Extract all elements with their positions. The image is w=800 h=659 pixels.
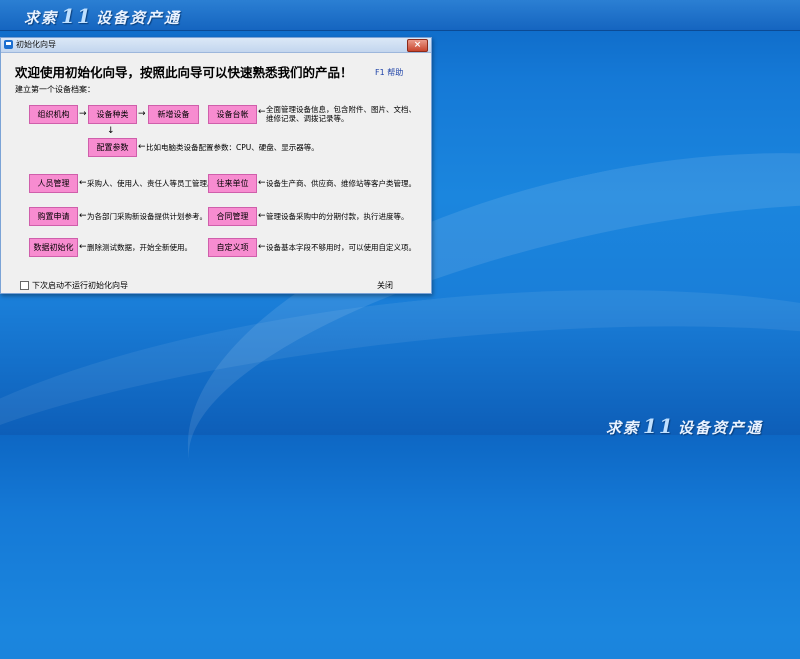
desc-device-ledger-line2: 维修记录、调拨记录等。: [266, 114, 349, 123]
desktop-top-banner: 求索 11 设备资产通: [0, 0, 800, 31]
node-contract-management[interactable]: 合同管理: [208, 207, 257, 226]
arrow-down: ↓: [107, 126, 115, 136]
brand-text-c: 设备资产通: [677, 419, 763, 437]
node-device-ledger[interactable]: 设备台帐: [208, 105, 257, 124]
desc-contract-management: 管理设备采购中的分期付款，执行进度等。: [266, 212, 409, 221]
dialog-title: 初始化向导: [16, 40, 56, 49]
arrow-left: ←: [258, 211, 266, 221]
desc-purchase-request: 为各部门采购新设备提供计划参考。: [87, 212, 207, 221]
node-add-device[interactable]: 新增设备: [148, 105, 199, 124]
node-config-params[interactable]: 配置参数: [88, 138, 137, 157]
arrow-left: ←: [79, 242, 87, 252]
section-subtitle: 建立第一个设备档案：: [15, 85, 95, 94]
welcome-heading: 欢迎使用初始化向导，按照此向导可以快速熟悉我们的产品！: [15, 65, 353, 80]
node-device-category[interactable]: 设备种类: [88, 105, 137, 124]
brand-logo-bottom: 求索 11 设备资产通: [606, 414, 763, 438]
node-custom-fields[interactable]: 自定义项: [208, 238, 257, 257]
node-org-structure[interactable]: 组织机构: [29, 105, 78, 124]
dialog-titlebar[interactable]: 初始化向导 ×: [1, 38, 431, 53]
arrow-left: ←: [258, 242, 266, 252]
skip-wizard-checkbox[interactable]: [20, 281, 29, 290]
desc-contacts: 设备生产商、供应商、维修站等客户类管理。: [266, 179, 416, 188]
arrow-right: →: [79, 109, 87, 119]
close-button[interactable]: 关闭: [377, 280, 393, 291]
dialog-content: 欢迎使用初始化向导，按照此向导可以快速熟悉我们的产品！ F1 帮助 建立第一个设…: [1, 53, 431, 293]
brand-text-b: 11: [61, 4, 93, 28]
desc-device-ledger-line1: 全面管理设备信息，包含附件、图片、文档、: [266, 105, 416, 114]
arrow-left: ←: [258, 107, 266, 117]
arrow-left: ←: [79, 211, 87, 221]
node-personnel[interactable]: 人员管理: [29, 174, 78, 193]
node-purchase-request[interactable]: 购置申请: [29, 207, 78, 226]
brand-text-b: 11: [643, 414, 675, 438]
desc-personnel: 采购人、使用人、责任人等员工管理。: [87, 179, 215, 188]
desc-config-params: 比如电脑类设备配置参数：CPU、硬盘、显示器等。: [146, 143, 319, 152]
arrow-left: ←: [79, 178, 87, 188]
node-contacts[interactable]: 往来单位: [208, 174, 257, 193]
close-window-button[interactable]: ×: [407, 39, 428, 52]
skip-wizard-label[interactable]: 下次启动不运行初始化向导: [32, 280, 128, 291]
app-window-icon: [4, 40, 13, 49]
brand-logo-top: 求索 11 设备资产通: [24, 4, 181, 28]
desc-custom-fields: 设备基本字段不够用时，可以使用自定义项。: [266, 243, 416, 252]
desc-data-init: 删除测试数据，开始全新使用。: [87, 243, 192, 252]
brand-text-c: 设备资产通: [95, 9, 181, 27]
background-swoosh: [0, 243, 800, 657]
brand-text-a: 求索: [24, 9, 59, 27]
node-data-init[interactable]: 数据初始化: [29, 238, 78, 257]
arrow-right: →: [138, 109, 146, 119]
init-wizard-dialog: 初始化向导 × 欢迎使用初始化向导，按照此向导可以快速熟悉我们的产品！ F1 帮…: [0, 37, 432, 294]
help-link[interactable]: F1 帮助: [375, 67, 403, 78]
arrow-left: ←: [258, 178, 266, 188]
brand-text-a: 求索: [606, 419, 641, 437]
arrow-left: ←: [138, 142, 146, 152]
